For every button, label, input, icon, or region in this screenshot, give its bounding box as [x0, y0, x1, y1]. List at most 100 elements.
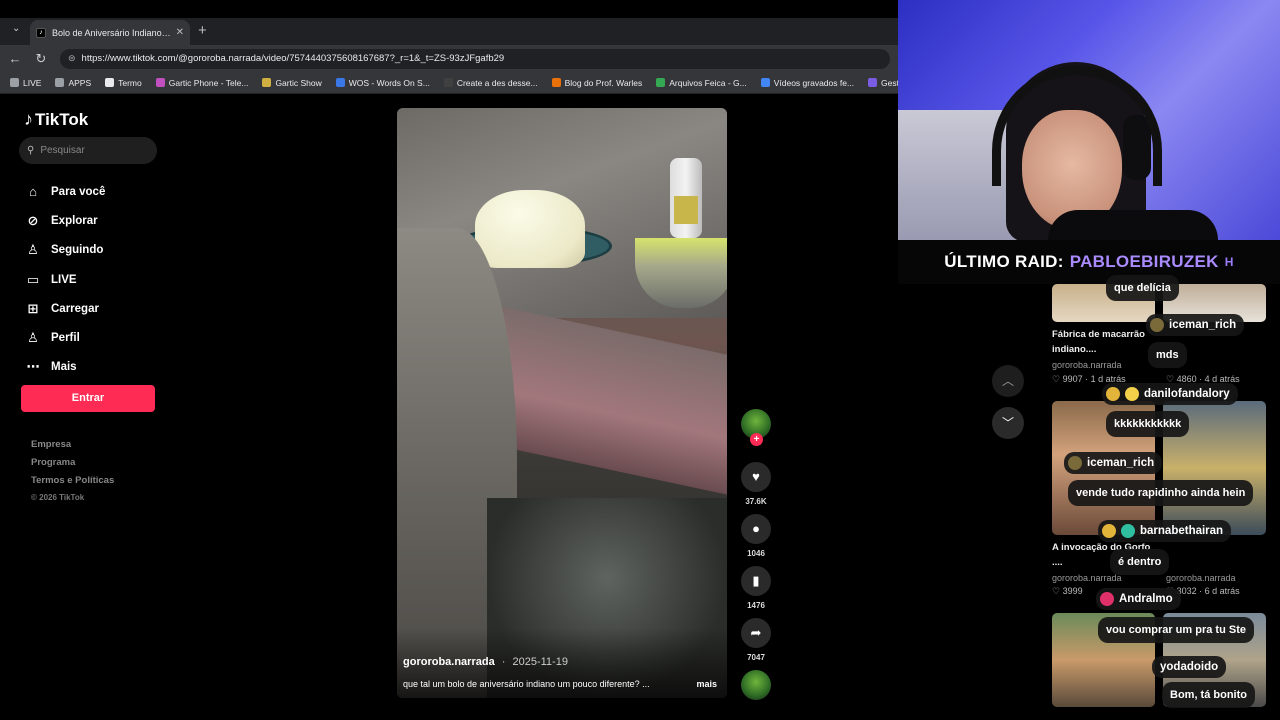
bookmark-item[interactable]: Gartic Show	[262, 78, 322, 88]
sound-avatar[interactable]	[739, 670, 773, 700]
share-count: 7047	[747, 653, 765, 662]
sidebar-item-label: Para você	[51, 185, 106, 198]
bookmark-icon[interactable]: ▮	[741, 566, 771, 596]
tiktok-favicon-icon: ♪	[36, 27, 46, 38]
share-action[interactable]: ➦ 7047	[739, 618, 773, 662]
next-video-button[interactable]: ﹀	[992, 407, 1024, 439]
sidebar-item-seguindo[interactable]: ♙ Seguindo	[24, 236, 105, 265]
new-tab-icon[interactable]: +	[198, 22, 207, 39]
chat-message: que delícia	[1106, 275, 1179, 301]
video-author[interactable]: gororoba.narrada	[403, 656, 495, 668]
sidebar-item-live[interactable]: ▭ LIVE	[24, 265, 105, 294]
chat-message: vende tudo rapidinho ainda hein	[1068, 480, 1254, 506]
chat-user-name: iceman_rich	[1087, 457, 1155, 469]
bookmark-item[interactable]: Gestão Mu	[868, 78, 898, 88]
share-icon[interactable]: ➦	[741, 618, 771, 648]
save-action[interactable]: ▮ 1476	[739, 566, 773, 610]
chat-message: é dentro	[1110, 549, 1170, 575]
bookmark-item[interactable]: Arquivos Feica - G...	[656, 77, 747, 88]
tab-title: Bolo de Aniversário Indiano: Uma	[52, 27, 172, 38]
previous-video-button[interactable]: ︿	[992, 365, 1024, 397]
compass-icon: ⊘	[27, 212, 39, 228]
bookmark-item[interactable]: Termo	[105, 78, 142, 88]
music-disc-icon[interactable]	[741, 670, 771, 700]
chat-username: barnabethairan	[1098, 520, 1232, 542]
sidebar-item-label: LIVE	[51, 273, 77, 286]
comment-icon[interactable]: ●	[741, 514, 771, 544]
site-info-icon[interactable]: ⊜	[68, 53, 76, 64]
sidebar-item-para-você[interactable]: ⌂ Para você	[24, 177, 105, 206]
bookmark-favicon-icon	[443, 78, 453, 87]
tab-close-icon[interactable]: ✕	[176, 27, 184, 38]
video-player[interactable]: gororoba.narrada · 2025-11-19 que tal um…	[397, 108, 727, 698]
bookmark-item[interactable]: Vídeos gravados fe...	[760, 78, 854, 88]
bookmark-item[interactable]: Create a des desse...	[443, 77, 538, 88]
bookmark-item[interactable]: WOS - Words On S...	[335, 78, 430, 88]
footer-link-termos[interactable]: Termos e Políticas	[31, 475, 114, 493]
caption-more-link[interactable]: mais	[696, 679, 717, 689]
browser-tab-active[interactable]: ♪ Bolo de Aniversário Indiano: Uma ✕	[30, 20, 190, 45]
sidebar-item-label: Explorar	[51, 214, 98, 227]
upload-icon: ⊞	[27, 300, 39, 316]
tiktok-logo[interactable]: ♪ TikTok	[24, 109, 88, 130]
bookmark-label: Create a des desse...	[456, 77, 538, 88]
video-frame-bottle	[670, 158, 702, 238]
bookmark-favicon-icon	[55, 78, 65, 87]
video-author-line[interactable]: gororoba.narrada · 2025-11-19	[403, 656, 568, 668]
chat-message: vou comprar um pra tu Ste	[1098, 617, 1254, 643]
bookmark-item[interactable]: Blog do Prof. Warles	[551, 77, 643, 88]
chat-message: mds	[1148, 342, 1187, 368]
footer-link-programa[interactable]: Programa	[31, 457, 114, 475]
video-caption: que tal um bolo de aniversário indiano u…	[403, 679, 650, 689]
tiktok-logo-text: TikTok	[35, 109, 89, 129]
user-badge-icon	[1068, 456, 1082, 470]
heart-badge-icon	[1100, 592, 1114, 606]
author-avatar-action[interactable]: +	[739, 409, 773, 446]
chat-user-name: Andralmo	[1119, 593, 1173, 605]
raid-banner: ÚLTIMO RAID: PABLOEBIRUZEK H	[898, 240, 1280, 284]
back-icon[interactable]: ←	[4, 51, 26, 66]
like-action[interactable]: ♥ 37.6K	[739, 462, 773, 506]
bookmark-label: Arquivos Feica - G...	[669, 77, 747, 88]
heart-icon[interactable]: ♥	[741, 462, 771, 492]
chat-message: Bom, tá bonito	[1162, 682, 1255, 708]
related-stats-3: ♡ 3999	[1052, 586, 1083, 596]
bookmark-favicon-icon	[155, 78, 165, 87]
tiktok-page: ♪ TikTok ⚲ Pesquisar ⌂ Para você ⊘ Explorar…	[8, 95, 1024, 720]
avatar[interactable]: +	[741, 409, 771, 446]
bookmark-label: Blog do Prof. Warles	[564, 77, 643, 88]
like-count: 37.6K	[745, 497, 767, 506]
bookmark-label: Gestão Mu	[881, 77, 898, 88]
chat-user-name: danilofandalory	[1144, 388, 1230, 400]
user-badge-icon	[1150, 318, 1164, 332]
sidebar-item-mais[interactable]: ⋯ Mais	[24, 353, 105, 382]
user-badge-icon	[1125, 387, 1139, 401]
user-badge-icon	[1121, 524, 1135, 538]
webcam-shirt	[1048, 210, 1218, 240]
sidebar-item-explorar[interactable]: ⊘ Explorar	[24, 206, 105, 235]
follow-plus-icon[interactable]: +	[750, 433, 763, 446]
chat-message: kkkkkkkkkkk	[1106, 411, 1190, 437]
comment-action[interactable]: ● 1046	[739, 514, 773, 558]
login-button[interactable]: Entrar	[21, 385, 155, 412]
bookmark-item[interactable]: Gartic Phone - Tele...	[155, 78, 248, 88]
search-input[interactable]: ⚲ Pesquisar	[19, 137, 157, 164]
bookmark-item[interactable]: APPS	[55, 78, 91, 88]
bookmark-item[interactable]: LIVE	[10, 78, 41, 88]
chat-username: danilofandalory	[1102, 383, 1238, 405]
bookmarks-bar: LIVE APPS Termo Gartic Phone - Tele... Garti…	[0, 72, 898, 94]
sidebar-item-perfil[interactable]: ♙ Perfil	[24, 323, 105, 352]
sidebar-item-carregar[interactable]: ⊞ Carregar	[24, 294, 105, 323]
stream-chat-overlay: que delícia iceman_rich mds danilofandal…	[1064, 275, 1280, 720]
bookmark-favicon-icon	[868, 78, 878, 87]
url-field[interactable]: ⊜ https://www.tiktok.com/@gororoba.narra…	[60, 48, 890, 69]
user-badge-icon	[1102, 524, 1116, 538]
sidebar-item-label: Carregar	[51, 302, 99, 315]
bookmark-label: APPS	[68, 77, 92, 88]
bookmark-favicon-icon	[760, 78, 770, 87]
bookmark-favicon-icon	[551, 78, 561, 87]
footer-link-empresa[interactable]: Empresa	[31, 439, 114, 457]
chat-username: iceman_rich	[1064, 452, 1163, 474]
reload-icon[interactable]: ↻	[30, 51, 52, 67]
tab-search-icon[interactable]: ⌄	[12, 23, 20, 34]
